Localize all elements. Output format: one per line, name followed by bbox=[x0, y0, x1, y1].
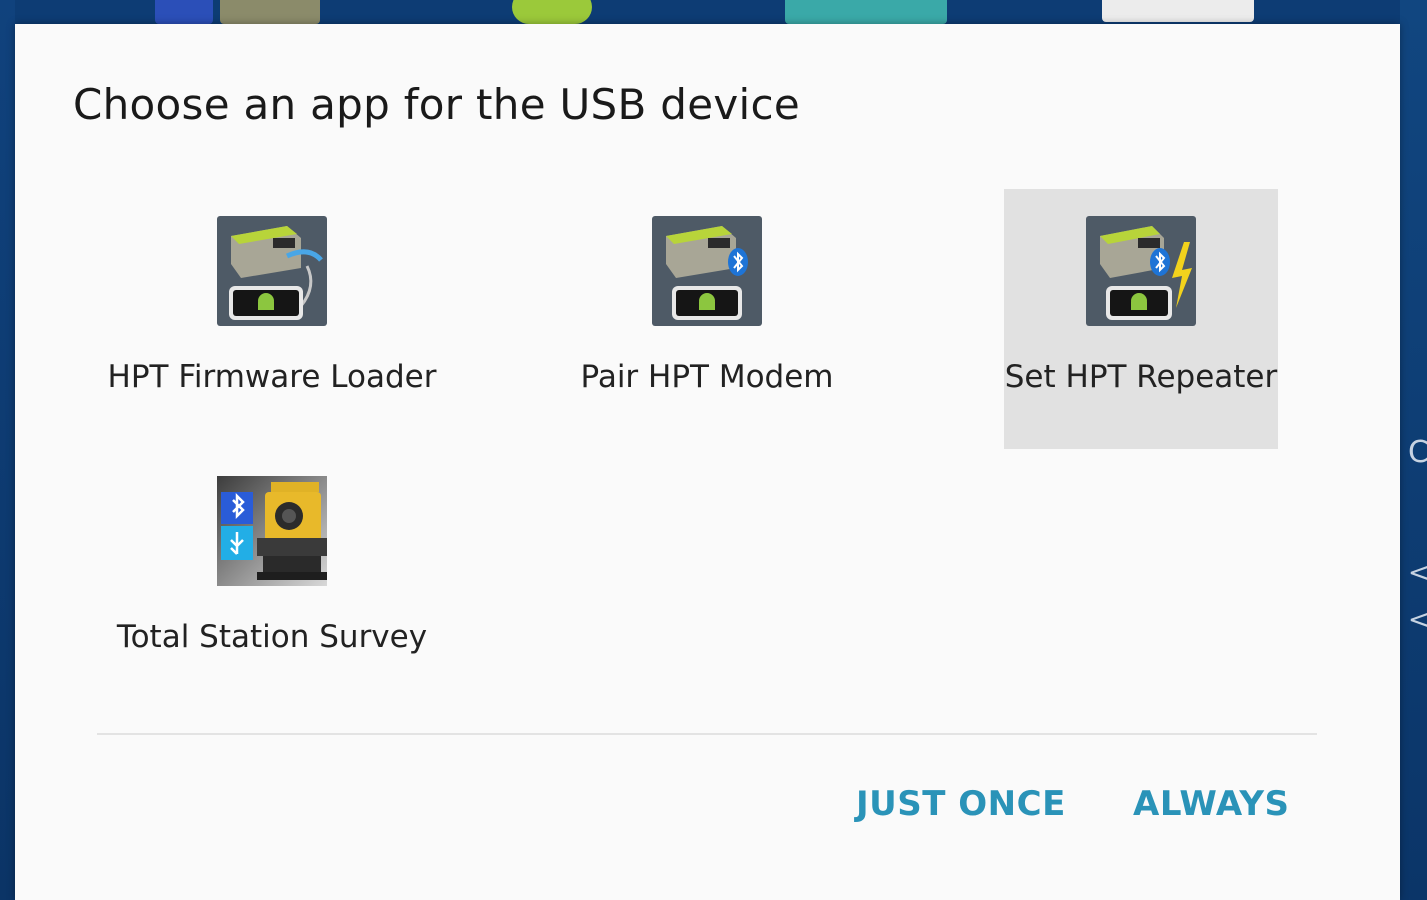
set-hpt-repeater-icon bbox=[1086, 216, 1196, 326]
background-app-icon bbox=[220, 0, 320, 24]
always-button[interactable]: ALWAYS bbox=[1133, 784, 1289, 824]
app-chooser-dialog: Choose an app for the USB device HPT Fir… bbox=[15, 24, 1400, 900]
dialog-title: Choose an app for the USB device bbox=[73, 80, 801, 129]
app-option-hpt-firmware-loader[interactable]: HPT Firmware Loader bbox=[108, 189, 436, 449]
edge-chevron-icon: < bbox=[1408, 558, 1427, 588]
background-app-icon bbox=[1102, 0, 1254, 22]
just-once-button[interactable]: JUST ONCE bbox=[856, 784, 1066, 824]
app-option-set-hpt-repeater[interactable]: Set HPT Repeater bbox=[1004, 189, 1278, 449]
background-app-icon bbox=[155, 0, 213, 24]
edge-chevron-icon: < bbox=[1408, 605, 1427, 635]
app-option-pair-hpt-modem[interactable]: Pair HPT Modem bbox=[570, 189, 844, 449]
app-option-total-station-survey[interactable]: Total Station Survey bbox=[117, 449, 427, 709]
home-screen-left-edge bbox=[0, 0, 15, 900]
dialog-divider bbox=[97, 733, 1317, 735]
background-app-icon bbox=[512, 0, 592, 24]
app-label: Pair HPT Modem bbox=[580, 359, 834, 395]
app-label: Set HPT Repeater bbox=[1004, 359, 1278, 395]
edge-partial-glyph: C bbox=[1408, 435, 1427, 470]
background-app-icon bbox=[785, 0, 947, 24]
total-station-survey-icon bbox=[217, 476, 327, 586]
pair-hpt-modem-icon bbox=[652, 216, 762, 326]
app-label: Total Station Survey bbox=[116, 619, 428, 655]
hpt-firmware-loader-icon bbox=[217, 216, 327, 326]
app-label: HPT Firmware Loader bbox=[107, 359, 437, 395]
